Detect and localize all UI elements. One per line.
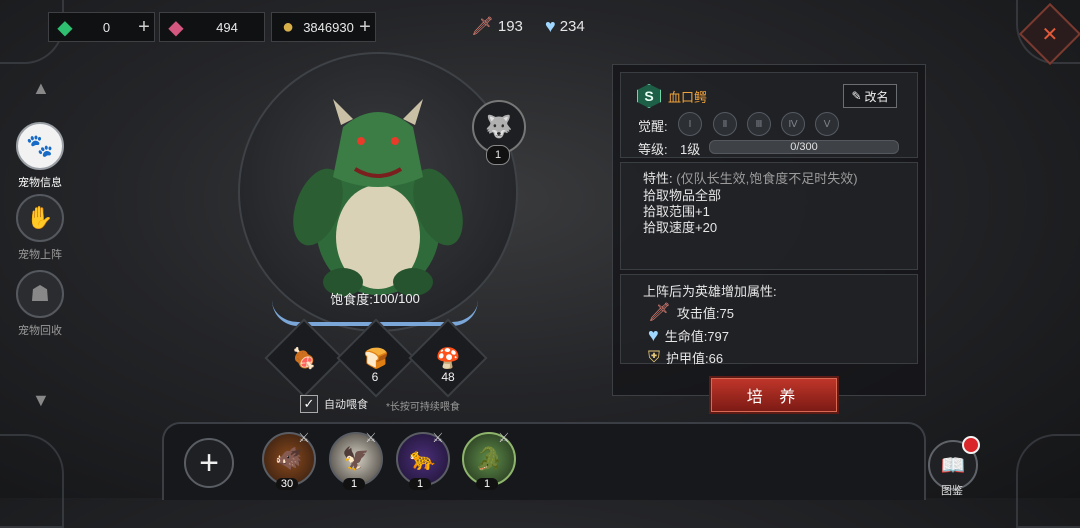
- battle-axe-icon: ⚔: [432, 430, 444, 445]
- eagle-pet-icon: 🦅: [342, 446, 370, 471]
- currency-value: 3846930: [303, 19, 354, 35]
- trait-line: 拾取速度+20: [643, 220, 718, 235]
- rename-button[interactable]: ✎ 改名: [843, 84, 897, 108]
- level-label: 等级:: [638, 142, 668, 157]
- green-gem-icon: ◆: [57, 16, 73, 39]
- nav-pet-deploy[interactable]: ✋ 宠物上阵: [12, 194, 68, 262]
- nav-scroll-up-icon[interactable]: ▲: [32, 78, 50, 99]
- add-pet-button[interactable]: +: [184, 438, 234, 488]
- top-attack-value: 193: [497, 18, 523, 35]
- food-slot[interactable]: 🍞: [336, 318, 416, 398]
- awaken-level-2[interactable]: Ⅱ: [713, 112, 737, 136]
- currency-gold: ● 3846930 +: [271, 12, 376, 42]
- traits-title: 特性:: [643, 171, 673, 186]
- top-health-stat: ♥ 234: [545, 16, 585, 37]
- pet-slot-count: 1: [476, 478, 498, 490]
- boar-pet-icon: 🐗: [275, 446, 303, 471]
- fullness-text: 饱食度: 100/100: [280, 288, 470, 308]
- pet-name: 血口鳄: [668, 90, 708, 105]
- pet-slot-count: 1: [409, 478, 431, 490]
- auto-feed-label: 自动喂食: [324, 399, 368, 411]
- level-value: 1级: [680, 142, 701, 157]
- codex-label: 图鉴: [941, 485, 963, 497]
- awaken-level-5[interactable]: Ⅴ: [815, 112, 839, 136]
- attribute-text: 生命值:797: [664, 329, 729, 344]
- add-gold-button[interactable]: +: [355, 16, 375, 39]
- currency-value: 494: [216, 19, 238, 35]
- awaken-level-1[interactable]: Ⅰ: [678, 112, 702, 136]
- nav-pet-recycle[interactable]: ☗ 宠物回收: [12, 270, 68, 338]
- exp-bar: 0/300: [709, 140, 899, 154]
- pet-slot-count: 30: [276, 478, 298, 490]
- add-green-gems-button[interactable]: +: [134, 16, 154, 39]
- frame-corner-bottom-right: [1016, 434, 1080, 528]
- panther-pet-icon: 🐆: [409, 446, 437, 471]
- crocodile-pet-icon: 🐊: [475, 446, 503, 471]
- train-button[interactable]: 培 养: [709, 376, 839, 414]
- traits-note: (仅队长生效,饱食度不足时失效): [676, 171, 858, 186]
- recycle-beast-icon: ☗: [16, 270, 64, 318]
- rename-label: 改名: [864, 89, 889, 104]
- pet-slot-count: 1: [343, 478, 365, 490]
- fullness-label: 饱食度:: [330, 291, 373, 307]
- awaken-label: 觉醒:: [638, 119, 668, 134]
- top-attack-stat: 🗡 193: [471, 16, 523, 37]
- food-slot[interactable]: 🍖: [264, 318, 344, 398]
- food-count: 6: [371, 370, 379, 384]
- nav-label: 宠物回收: [18, 325, 62, 337]
- nav-pet-info[interactable]: 🐾 宠物信息: [12, 122, 68, 190]
- quill-icon: ✎: [851, 89, 862, 103]
- battle-axe-icon: ⚔: [298, 430, 310, 445]
- feed-hint: *长按可持续喂食: [386, 402, 460, 413]
- battle-axe-icon: ⚔: [498, 430, 510, 445]
- auto-feed-toggle[interactable]: ✓ 自动喂食: [300, 395, 368, 413]
- nav-label: 宠物信息: [18, 177, 62, 189]
- claw-icon: ✋: [16, 194, 64, 242]
- badge-count: 1: [486, 145, 510, 165]
- attribute-row: ♥ 生命值:797: [648, 325, 729, 346]
- notification-dot: [962, 436, 980, 454]
- auto-feed-checkbox[interactable]: ✓: [300, 395, 318, 413]
- top-health-value: 234: [559, 18, 585, 35]
- book-icon: 📖: [940, 454, 966, 477]
- heart-icon: ♥: [545, 16, 556, 36]
- attribute-row: ⛨ 护甲值:66: [648, 348, 723, 367]
- currency-value: 0: [102, 19, 111, 35]
- armor-icon: ⛨: [648, 348, 661, 366]
- crocodile-pet-image: [293, 99, 463, 296]
- currency-pink-gems: ◆ 494: [159, 12, 265, 42]
- awaken-level-4[interactable]: Ⅳ: [781, 112, 805, 136]
- attributes-heading: 上阵后为英雄增加属性:: [643, 284, 777, 299]
- pink-gem-icon: ◆: [168, 16, 184, 39]
- fullness-value: 100/100: [372, 290, 420, 306]
- currency-green-gems: ◆ 0 +: [48, 12, 155, 42]
- emblem-icon: ✕: [1041, 23, 1059, 46]
- nav-scroll-down-icon[interactable]: ▼: [32, 390, 50, 411]
- awaken-level-3[interactable]: Ⅲ: [747, 112, 771, 136]
- heart-icon: ♥: [648, 325, 659, 345]
- paw-icon: 🐾: [16, 122, 64, 170]
- battle-axe-icon: ⚔: [365, 430, 377, 445]
- gold-coins-icon: ●: [281, 15, 295, 38]
- frame-corner-bottom-left: [0, 434, 64, 528]
- food-meat-icon: 🍖: [291, 347, 317, 370]
- food-slot[interactable]: 🍄: [408, 318, 488, 398]
- sword-icon: 🗡: [648, 302, 671, 322]
- nav-label: 宠物上阵: [18, 249, 62, 261]
- attribute-text: 护甲值:66: [666, 351, 724, 366]
- attribute-row: 🗡 攻击值:75: [648, 302, 734, 323]
- sword-icon: 🗡: [471, 16, 494, 36]
- food-count: 48: [441, 370, 455, 384]
- attribute-text: 攻击值:75: [676, 306, 734, 321]
